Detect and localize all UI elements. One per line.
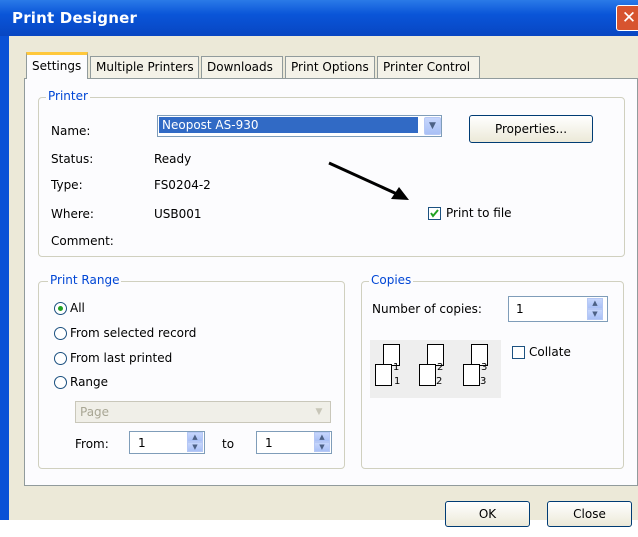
to-value: 1 xyxy=(265,436,273,450)
page-icon xyxy=(419,364,436,386)
status-value: Ready xyxy=(154,152,192,166)
spin-down-icon[interactable]: ▼ xyxy=(187,442,203,452)
copies-legend: Copies xyxy=(369,273,414,287)
print-to-file-label[interactable]: Print to file xyxy=(446,206,512,220)
print-to-file-checkbox[interactable] xyxy=(428,207,441,220)
spin-down-icon[interactable]: ▼ xyxy=(314,442,330,452)
page-number: 1 xyxy=(393,362,400,373)
radio-all-label[interactable]: All xyxy=(70,301,85,315)
tab-printer-control[interactable]: Printer Control xyxy=(377,56,480,78)
page-number: 1 xyxy=(394,376,401,387)
range-unit-select[interactable] xyxy=(75,401,331,423)
tab-settings[interactable]: Settings xyxy=(26,52,88,79)
spin-up-icon[interactable]: ▲ xyxy=(187,432,203,442)
page-number: 2 xyxy=(437,362,444,373)
type-label: Type: xyxy=(51,178,83,192)
name-label: Name: xyxy=(51,124,91,138)
radio-selected-dot xyxy=(58,306,63,311)
from-value: 1 xyxy=(138,436,146,450)
where-label: Where: xyxy=(51,207,94,221)
ok-button[interactable]: OK xyxy=(445,501,530,527)
comment-label: Comment: xyxy=(51,234,114,248)
collate-label[interactable]: Collate xyxy=(529,345,571,359)
properties-button[interactable]: Properties... xyxy=(469,115,593,143)
type-value: FS0204-2 xyxy=(154,178,211,192)
page-icon xyxy=(463,364,480,386)
page-number: 2 xyxy=(436,376,443,387)
window-title: Print Designer xyxy=(12,9,138,27)
radio-range-label[interactable]: Range xyxy=(70,375,108,389)
spin-up-icon[interactable]: ▲ xyxy=(587,298,603,309)
radio-from-selected-record-label[interactable]: From selected record xyxy=(70,326,196,340)
spin-down-icon[interactable]: ▼ xyxy=(587,309,603,320)
page-icon xyxy=(375,364,392,386)
status-label: Status: xyxy=(51,152,94,166)
range-unit-value: Page xyxy=(80,405,110,419)
radio-from-last-printed[interactable] xyxy=(54,352,67,365)
chevron-down-icon: ▼ xyxy=(315,407,323,417)
spin-up-icon[interactable]: ▲ xyxy=(314,432,330,442)
printer-group-legend: Printer xyxy=(46,89,90,103)
to-label: to xyxy=(222,437,235,451)
tab-multiple-printers[interactable]: Multiple Printers xyxy=(90,56,199,78)
where-value: USB001 xyxy=(154,207,202,221)
chevron-down-icon[interactable]: ▼ xyxy=(424,117,441,135)
from-label: From: xyxy=(75,437,109,451)
close-button[interactable]: Close xyxy=(547,501,632,527)
radio-from-last-printed-label[interactable]: From last printed xyxy=(70,351,172,365)
arrow-annotation xyxy=(328,161,409,200)
copies-value: 1 xyxy=(516,302,524,316)
radio-range[interactable] xyxy=(54,376,67,389)
close-icon[interactable]: ✕ xyxy=(616,5,638,31)
title-bar[interactable]: Print Designer xyxy=(0,0,638,36)
page-number: 3 xyxy=(481,362,488,373)
tab-print-options[interactable]: Print Options xyxy=(285,56,375,78)
tab-downloads[interactable]: Downloads xyxy=(201,56,283,78)
radio-all[interactable] xyxy=(54,302,67,315)
page-number: 3 xyxy=(480,376,487,387)
checkmark-icon xyxy=(430,209,439,218)
print-range-legend: Print Range xyxy=(48,273,122,287)
printer-name-value: Neopost AS-930 xyxy=(159,117,418,133)
number-of-copies-label: Number of copies: xyxy=(372,302,482,316)
radio-from-selected-record[interactable] xyxy=(54,327,67,340)
collate-checkbox[interactable] xyxy=(512,346,525,359)
